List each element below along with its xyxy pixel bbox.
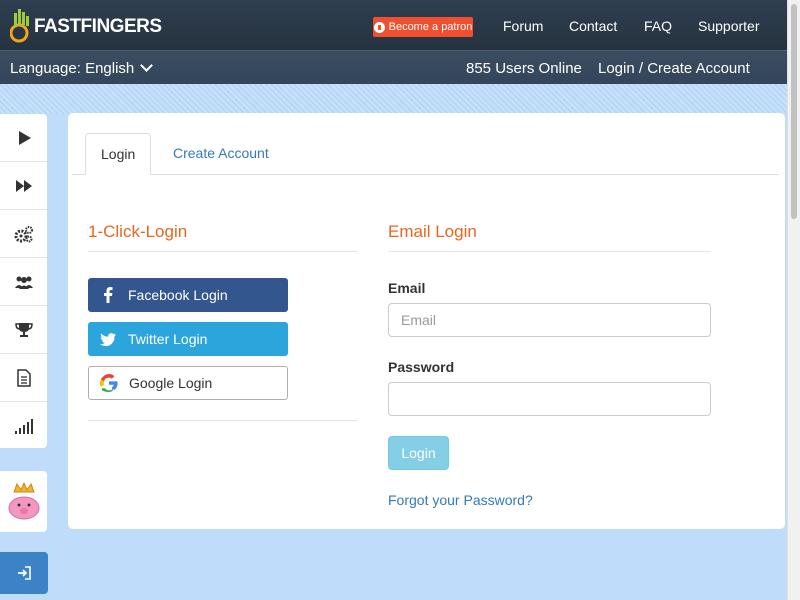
fastfingers-logo[interactable]: FASTFINGERS (10, 7, 162, 43)
sidebar-item-competitions[interactable] (0, 306, 47, 354)
login-panel: Login Create Account 1-Click-Login Faceb… (68, 113, 785, 529)
nav-contact[interactable]: Contact (569, 18, 617, 34)
facebook-login-label: Facebook Login (128, 287, 228, 303)
header-stripe (0, 84, 788, 114)
sidebar-item-typing-test[interactable] (0, 114, 47, 162)
sidebar-item-settings[interactable] (0, 210, 47, 258)
signal-bars-icon (14, 418, 33, 434)
password-label: Password (388, 359, 455, 375)
page-scrollbar[interactable] (787, 0, 800, 600)
login-tabs: Login Create Account (72, 133, 779, 175)
tab-create-account[interactable]: Create Account (158, 133, 284, 173)
one-click-login-title: 1-Click-Login (88, 222, 358, 252)
crowned-piggy-icon (8, 481, 39, 519)
patreon-icon (373, 21, 385, 33)
left-sidebar (0, 114, 47, 448)
top-navbar: FASTFINGERS Become a patron Forum Contac… (0, 0, 788, 50)
logo-text: FASTFINGERS (34, 16, 162, 37)
trophy-icon (14, 322, 33, 337)
email-login-title: Email Login (388, 222, 711, 252)
chevron-down-icon (140, 59, 154, 72)
become-patron-button[interactable]: Become a patron (373, 17, 473, 37)
users-icon (14, 276, 33, 289)
login-create-account-link[interactable]: Login / Create Account (598, 60, 750, 77)
nav-forum[interactable]: Forum (503, 18, 543, 34)
scrollbar-thumb[interactable] (791, 4, 797, 219)
sidebar-item-multiplayer[interactable] (0, 258, 47, 306)
supporter-badge[interactable] (0, 471, 47, 532)
sidebar-login-button[interactable] (0, 552, 48, 594)
google-icon (89, 374, 129, 392)
nav-faq[interactable]: FAQ (644, 18, 672, 34)
hand-logo-icon (10, 9, 29, 43)
nav-supporter[interactable]: Supporter (698, 18, 759, 34)
sub-navbar: Language: English 855 Users Online Login… (0, 50, 788, 85)
language-selector[interactable]: Language: English (10, 59, 154, 77)
facebook-login-button[interactable]: Facebook Login (88, 278, 288, 312)
gears-icon (14, 225, 33, 242)
patron-label: Become a patron (388, 21, 473, 33)
play-icon (18, 130, 31, 145)
twitter-icon (88, 332, 128, 346)
twitter-login-button[interactable]: Twitter Login (88, 322, 288, 356)
login-button[interactable]: Login (388, 436, 449, 470)
facebook-icon (88, 287, 128, 303)
sidebar-item-text-practice[interactable] (0, 354, 47, 402)
google-login-button[interactable]: Google Login (88, 366, 288, 400)
password-field[interactable] (388, 382, 711, 416)
fast-forward-icon (15, 179, 32, 192)
tab-login[interactable]: Login (85, 133, 152, 175)
sign-in-icon (18, 566, 31, 580)
email-field[interactable] (388, 303, 711, 337)
sidebar-item-statistics[interactable] (0, 402, 47, 449)
document-icon (16, 368, 31, 387)
sidebar-item-advanced[interactable] (0, 162, 47, 210)
twitter-login-label: Twitter Login (128, 331, 208, 347)
section-divider (88, 420, 358, 421)
forgot-password-link[interactable]: Forgot your Password? (388, 492, 533, 508)
email-label: Email (388, 280, 426, 296)
users-online-count: 855 Users Online (466, 60, 582, 77)
language-label: Language: English (10, 60, 135, 77)
google-login-label: Google Login (129, 375, 213, 391)
